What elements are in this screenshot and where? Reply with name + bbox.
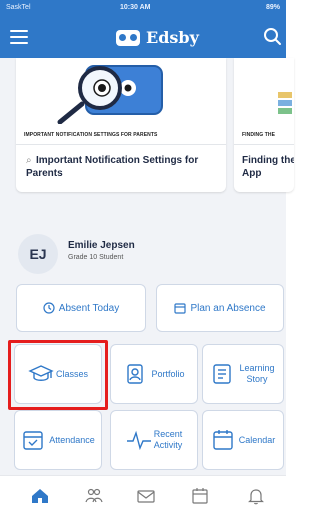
- people-icon: [85, 488, 103, 503]
- calendar-icon: [213, 430, 233, 450]
- search-icon[interactable]: [262, 26, 282, 46]
- calendar-icon: [192, 488, 208, 504]
- student-grade: Grade 10 Student: [68, 254, 124, 261]
- card-caption: IMPORTANT NOTIFICATION SETTINGS FOR PARE…: [24, 132, 158, 138]
- mail-icon: [137, 490, 155, 503]
- plan-absence-label: Plan an Absence: [190, 302, 266, 314]
- card-title: ⌕ Important Notification Settings for Par…: [26, 155, 199, 179]
- card-illustration: [234, 58, 294, 124]
- portfolio-tile[interactable]: Portfolio: [110, 344, 198, 404]
- card-title: Finding the App: [242, 155, 294, 179]
- app-name: Edsby: [146, 28, 199, 47]
- tab-people[interactable]: [84, 486, 104, 506]
- nav-bar: Edsby: [0, 18, 286, 58]
- learning-story-tile[interactable]: Learning Story: [202, 344, 284, 404]
- card-divider: [16, 144, 226, 145]
- attendance-tile[interactable]: Attendance: [14, 410, 102, 470]
- recent-activity-label: Recent Activity: [153, 429, 183, 450]
- attendance-icon: [23, 431, 43, 450]
- card-divider: [234, 144, 294, 145]
- home-icon: [32, 489, 48, 503]
- paperclip-icon: ⌕: [26, 155, 32, 166]
- activity-pulse-icon: [126, 430, 151, 451]
- student-name: Emilie Jepsen: [68, 240, 135, 251]
- status-bar: SaskTel 10:30 AM 89%: [0, 0, 286, 18]
- magnifier-owl-illustration: [16, 58, 226, 124]
- app-logo: Edsby: [116, 28, 199, 47]
- owl-logo-icon: [116, 29, 140, 46]
- plan-absence-button[interactable]: Plan an Absence: [156, 284, 284, 332]
- portfolio-icon: [127, 364, 144, 384]
- attendance-label: Attendance: [49, 434, 95, 445]
- home-panel: EJ Emilie Jepsen Grade 10 Student Absent…: [0, 198, 286, 475]
- calendar-label: Calendar: [238, 434, 276, 445]
- absent-today-label: Absent Today: [58, 302, 120, 314]
- news-carousel[interactable]: IMPORTANT NOTIFICATION SETTINGS FOR PARE…: [0, 58, 294, 198]
- tab-calendar[interactable]: [190, 486, 210, 506]
- news-card[interactable]: FINDING THE Finding the App: [234, 58, 294, 192]
- portfolio-label: Portfolio: [151, 368, 185, 379]
- classes-label: Classes: [55, 368, 88, 379]
- card-caption: FINDING THE: [242, 132, 276, 138]
- classes-tile[interactable]: Classes: [14, 344, 102, 404]
- news-card[interactable]: IMPORTANT NOTIFICATION SETTINGS FOR PARE…: [16, 58, 226, 192]
- app-header: SaskTel 10:30 AM 89% Edsby: [0, 0, 286, 58]
- battery-level: 89%: [265, 4, 280, 11]
- menu-icon[interactable]: [10, 30, 28, 44]
- clock: 10:30 AM: [120, 4, 151, 11]
- tab-home[interactable]: [30, 486, 50, 506]
- carrier-label: SaskTel: [6, 4, 31, 11]
- recent-activity-tile[interactable]: Recent Activity: [110, 410, 198, 470]
- calendar-icon: [174, 303, 187, 314]
- bottom-tab-bar: [0, 475, 286, 515]
- learning-story-label: Learning Story: [239, 363, 275, 384]
- tab-notifications[interactable]: [246, 486, 266, 506]
- avatar[interactable]: EJ: [18, 234, 58, 274]
- learning-story-icon: [213, 364, 232, 384]
- calendar-tile[interactable]: Calendar: [202, 410, 284, 470]
- tab-messages[interactable]: [136, 486, 156, 506]
- absent-today-button[interactable]: Absent Today: [16, 284, 146, 332]
- graduation-cap-icon: [28, 365, 54, 381]
- bell-icon: [248, 489, 264, 505]
- clock-icon: [43, 302, 55, 314]
